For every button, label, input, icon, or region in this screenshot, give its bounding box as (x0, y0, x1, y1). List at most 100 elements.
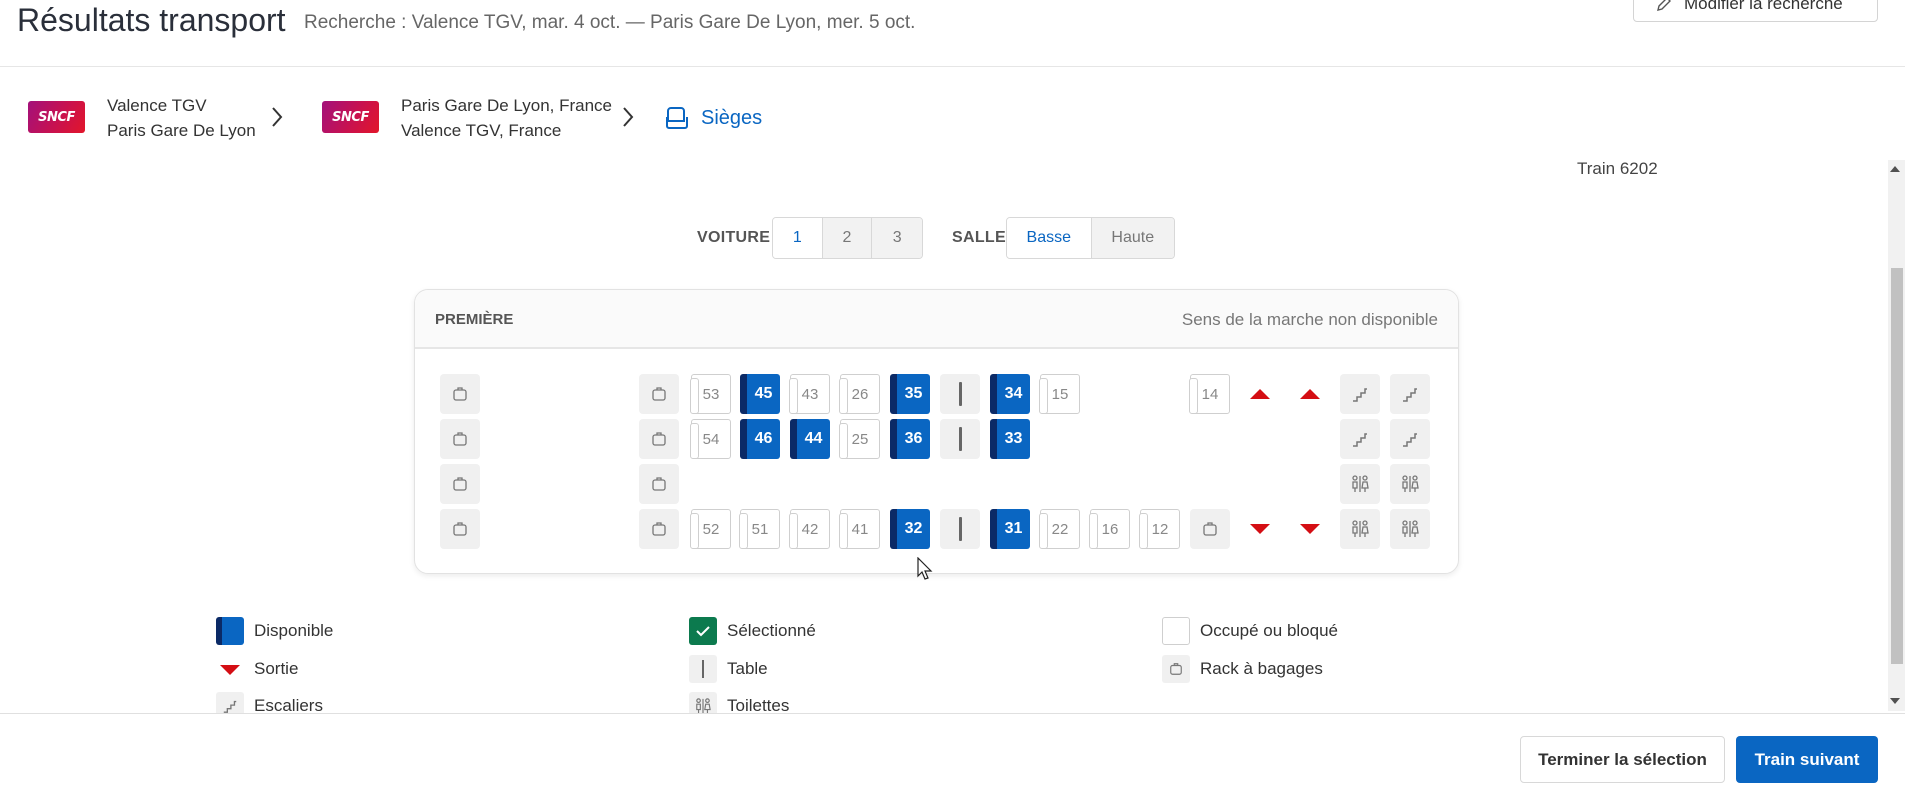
table-icon (940, 509, 980, 549)
seat-available[interactable]: 31 (990, 509, 1030, 549)
stairs-icon (1390, 419, 1430, 459)
stairs-icon (1390, 374, 1430, 414)
luggage-rack-icon (639, 464, 679, 504)
seat-number: 15 (1051, 385, 1069, 403)
toilets-icon (1390, 464, 1430, 504)
seat-number: 51 (751, 520, 769, 538)
stairs-icon (1340, 374, 1380, 414)
finish-selection-button[interactable]: Terminer la sélection (1520, 736, 1725, 783)
seat-number: 26 (851, 385, 869, 403)
seat-number: 42 (801, 520, 819, 538)
seat-available[interactable]: 44 (790, 419, 830, 459)
voiture-selector: 1 2 3 (772, 217, 923, 259)
search-summary: Recherche : Valence TGV, mar. 4 oct. — P… (304, 12, 916, 33)
table-icon (940, 374, 980, 414)
seat-number: 41 (851, 520, 869, 538)
seat-number: 16 (1101, 520, 1119, 538)
exit-icon (1250, 389, 1270, 399)
scroll-up-arrow[interactable] (1890, 166, 1900, 172)
legend-selected-label: Sélectionné (727, 621, 816, 640)
luggage-rack-icon (440, 464, 480, 504)
sncf-logo: SNCF (322, 101, 379, 133)
modify-search-button[interactable]: Modifier la recherche (1633, 0, 1878, 22)
legend-rack: Rack à bagages (1162, 655, 1323, 683)
scrollbar-thumb[interactable] (1891, 268, 1903, 664)
seat-occupied: 53 (690, 374, 731, 414)
next-train-button[interactable]: Train suivant (1736, 736, 1878, 783)
seat-available[interactable]: 46 (740, 419, 780, 459)
scroll-down-arrow[interactable] (1890, 698, 1900, 704)
seat-selected-icon (689, 617, 717, 645)
pencil-icon (1657, 0, 1671, 11)
salle-option-basse[interactable]: Basse (1007, 218, 1092, 258)
table-icon (689, 655, 717, 683)
breadcrumb-seats-label: Sièges (701, 106, 763, 129)
exit-icon (1300, 524, 1320, 534)
seat-available[interactable]: 45 (740, 374, 780, 414)
seat-number: 33 (1004, 430, 1023, 447)
seat-available[interactable]: 35 (890, 374, 930, 414)
seat-number: 22 (1051, 520, 1069, 538)
luggage-rack-icon (440, 419, 480, 459)
seat-available[interactable]: 33 (990, 419, 1030, 459)
seat-occupied: 16 (1089, 509, 1130, 549)
breadcrumb: SNCF Valence TGV Paris Gare De Lyon SNCF… (0, 68, 1905, 168)
toilets-icon (1340, 509, 1380, 549)
seat-number: 12 (1151, 520, 1169, 538)
chevron-right-icon (272, 107, 283, 127)
leg-1-destination[interactable]: Paris Gare De Lyon (107, 118, 256, 143)
seat-occupied: 52 (690, 509, 731, 549)
leg-2-origin[interactable]: Paris Gare De Lyon, France (401, 93, 612, 118)
seat-number: 35 (904, 385, 923, 402)
seat-available[interactable]: 32 (890, 509, 930, 549)
seat-number: 14 (1201, 385, 1219, 403)
salle-selector: Basse Haute (1006, 217, 1175, 259)
chevron-right-icon (623, 107, 634, 127)
legend-exit: Sortie (216, 655, 298, 683)
seat-available-icon (216, 617, 244, 645)
seat-number: 32 (904, 520, 923, 537)
seat-number: 53 (702, 385, 720, 403)
seat-occupied: 41 (839, 509, 880, 549)
leg-1-origin[interactable]: Valence TGV (107, 93, 207, 118)
direction-info: Sens de la marche non disponible (1181, 310, 1438, 329)
seat-occupied: 25 (839, 419, 880, 459)
exit-icon (1300, 389, 1320, 399)
seat-occupied: 15 (1039, 374, 1080, 414)
legend-selected: Sélectionné (689, 617, 816, 645)
seat-occupied: 51 (739, 509, 780, 549)
voiture-option-1[interactable]: 1 (773, 218, 823, 258)
legend-rack-label: Rack à bagages (1200, 659, 1323, 678)
voiture-option-2[interactable]: 2 (822, 218, 873, 258)
voiture-option-3[interactable]: 3 (872, 218, 922, 258)
legend-occupied: Occupé ou bloqué (1162, 617, 1338, 645)
luggage-rack-icon (440, 509, 480, 549)
leg-2-destination[interactable]: Valence TGV, France (401, 118, 561, 143)
seat-number: 36 (904, 430, 923, 447)
seat-available[interactable]: 36 (890, 419, 930, 459)
seat-occupied-icon (1162, 617, 1190, 645)
legend-available: Disponible (216, 617, 333, 645)
seat-icon (666, 107, 688, 129)
mouse-cursor-icon (917, 557, 933, 580)
luggage-rack-icon (639, 419, 679, 459)
salle-option-haute[interactable]: Haute (1091, 218, 1174, 258)
seat-occupied: 26 (839, 374, 880, 414)
exit-icon (216, 655, 244, 683)
luggage-rack-icon (1162, 655, 1190, 683)
seat-occupied: 43 (789, 374, 830, 414)
seat-number: 34 (1004, 385, 1023, 402)
seat-number: 46 (754, 430, 773, 447)
seat-number: 31 (1004, 520, 1023, 537)
seat-occupied: 12 (1139, 509, 1180, 549)
seat-number: 43 (801, 385, 819, 403)
legend-exit-label: Sortie (254, 659, 299, 678)
modify-search-label: Modifier la recherche (1684, 0, 1843, 13)
seat-available[interactable]: 34 (990, 374, 1030, 414)
coach-header: PREMIÈRE Sens de la marche non disponibl… (415, 290, 1458, 349)
exit-icon (1250, 524, 1270, 534)
voiture-label: VOITURE (697, 229, 771, 246)
page-title: Résultats transport (17, 2, 286, 38)
breadcrumb-seats[interactable]: Sièges (663, 104, 762, 132)
toilets-icon (1340, 464, 1380, 504)
